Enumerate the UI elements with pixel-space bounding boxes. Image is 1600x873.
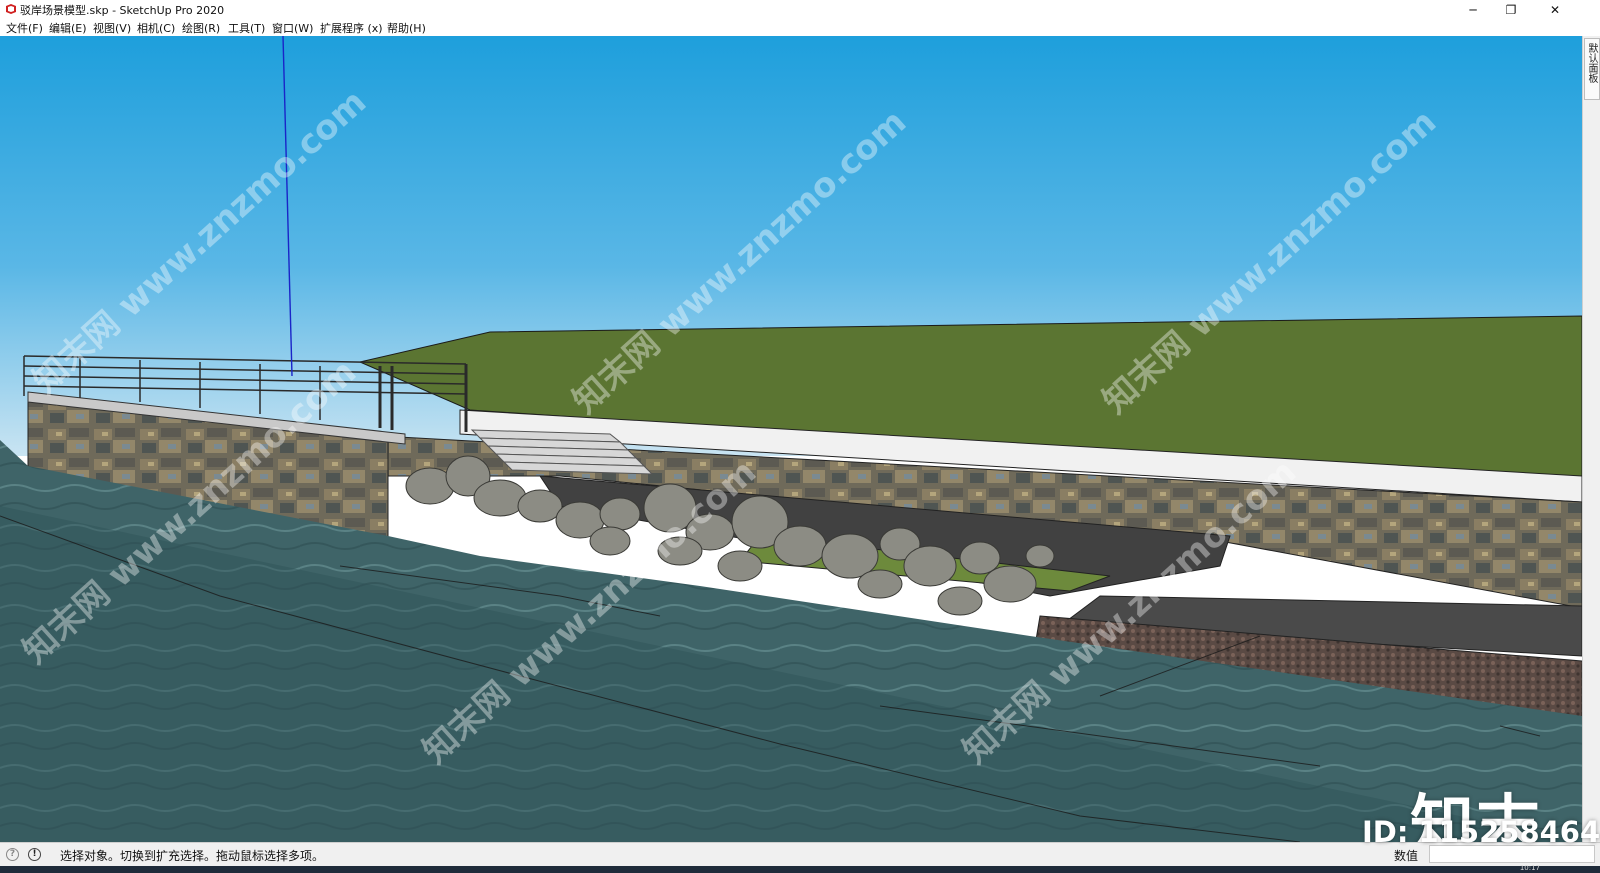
menu-extensions[interactable]: 扩展程序 (x) bbox=[320, 20, 383, 36]
close-icon: ✕ bbox=[1549, 2, 1561, 17]
menu-file[interactable]: 文件(F) bbox=[6, 20, 43, 36]
menu-bar: 文件(F) 编辑(E) 视图(V) 相机(C) 绘图(R) 工具(T) 窗口(W… bbox=[0, 19, 1600, 36]
menu-view[interactable]: 视图(V) bbox=[93, 20, 131, 36]
info-icon[interactable]: ! bbox=[28, 848, 41, 861]
taskbar-clock: 10:17 bbox=[1519, 864, 1540, 872]
model-viewport[interactable]: 知末网 www.znzmo.com 知末网 www.znzmo.com 知末网 … bbox=[0, 36, 1582, 842]
os-taskbar: 10:17 bbox=[0, 864, 1600, 873]
sketchup-app-icon bbox=[6, 4, 16, 14]
menu-tools[interactable]: 工具(T) bbox=[228, 20, 265, 36]
window-title: 驳岸场景模型.skp - SketchUp Pro 2020 bbox=[20, 4, 225, 17]
minimize-icon: ─ bbox=[1469, 2, 1477, 17]
menu-draw[interactable]: 绘图(R) bbox=[182, 20, 220, 36]
geolocation-icon[interactable]: ? bbox=[6, 848, 19, 861]
menu-window[interactable]: 窗口(W) bbox=[272, 20, 313, 36]
close-button[interactable]: ✕ bbox=[1532, 0, 1578, 19]
tray-tab-label: 默认面板 bbox=[1586, 43, 1597, 83]
menu-help[interactable]: 帮助(H) bbox=[387, 20, 426, 36]
watermark-id: ID: 1152584643 bbox=[1362, 815, 1600, 849]
menu-edit[interactable]: 编辑(E) bbox=[49, 20, 87, 36]
default-tray: 默认面板 bbox=[1582, 36, 1600, 842]
status-bar: ? ! 选择对象。切换到扩充选择。拖动鼠标选择多项。 数值 bbox=[0, 842, 1600, 867]
status-message: 选择对象。切换到扩充选择。拖动鼠标选择多项。 bbox=[60, 849, 325, 863]
maximize-button[interactable]: ❐ bbox=[1488, 0, 1534, 19]
restore-icon: ❐ bbox=[1505, 2, 1517, 17]
measurements-label: 数值 bbox=[1394, 849, 1419, 863]
title-bar: 驳岸场景模型.skp - SketchUp Pro 2020 ─ ❐ ✕ bbox=[0, 0, 1600, 19]
menu-camera[interactable]: 相机(C) bbox=[137, 20, 175, 36]
tray-tab-default-panel[interactable]: 默认面板 bbox=[1584, 38, 1600, 100]
